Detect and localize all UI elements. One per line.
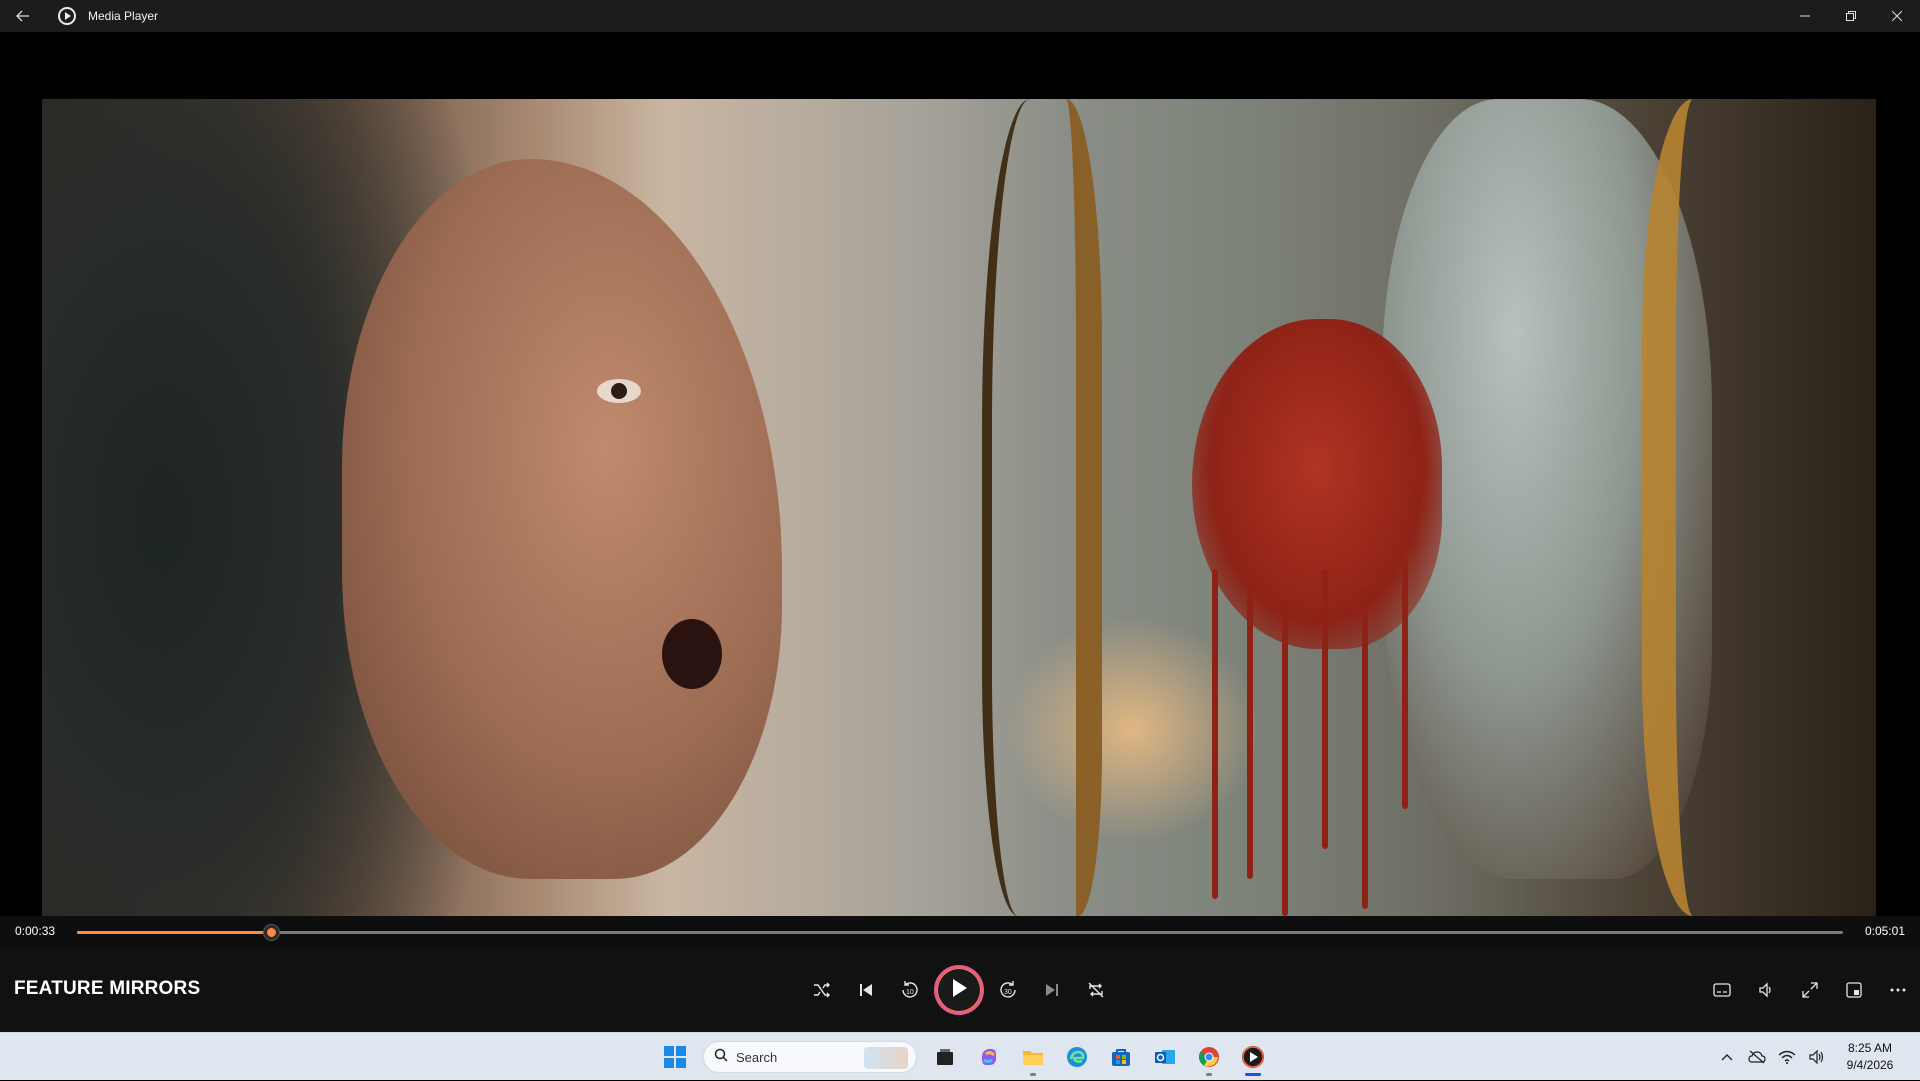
- total-time: 0:05:01: [1864, 924, 1905, 938]
- shuffle-icon[interactable]: [800, 968, 844, 1012]
- media-title: FEATURE MIRRORS: [14, 978, 201, 999]
- copilot-icon[interactable]: [967, 1037, 1011, 1077]
- scene-eye: [597, 379, 641, 403]
- clock[interactable]: 8:25 AM 9/4/2026: [1832, 1040, 1908, 1074]
- clock-date: 9/4/2026: [1846, 1058, 1894, 1072]
- scene-mouth: [662, 619, 722, 689]
- media-player-taskbar-icon[interactable]: [1231, 1037, 1275, 1077]
- subtitles-icon[interactable]: [1700, 968, 1744, 1012]
- seek-bar[interactable]: [77, 925, 1843, 940]
- chrome-icon[interactable]: [1187, 1037, 1231, 1077]
- forward-30-icon[interactable]: 30: [986, 968, 1030, 1012]
- minimize-icon[interactable]: [1782, 0, 1828, 32]
- repeat-icon[interactable]: [1074, 968, 1118, 1012]
- seek-bar-fill: [77, 931, 272, 934]
- seek-thumb[interactable]: [264, 925, 280, 940]
- scene-mirror-frame: [982, 99, 1102, 916]
- windows-start-icon[interactable]: [653, 1037, 697, 1077]
- scene-blood-drip: [1362, 589, 1368, 909]
- close-icon[interactable]: [1874, 0, 1920, 32]
- control-bar: FEATURE MIRRORS 10 30: [0, 948, 1920, 1032]
- outlook-icon[interactable]: [1143, 1037, 1187, 1077]
- media-player-icon: [58, 7, 76, 25]
- clock-time: 8:25 AM: [1847, 1041, 1893, 1055]
- seek-row: 0:00:33 0:05:01: [0, 916, 1920, 948]
- svg-text:30: 30: [1004, 989, 1012, 996]
- more-icon[interactable]: [1876, 968, 1920, 1012]
- scene-blood-drip: [1247, 579, 1253, 879]
- chevron-up-icon[interactable]: [1712, 1033, 1742, 1081]
- back-arrow-icon[interactable]: [0, 0, 46, 32]
- playback-controls: 10 30: [800, 964, 1118, 1016]
- play-button[interactable]: [934, 965, 984, 1015]
- rewind-10-icon[interactable]: 10: [888, 968, 932, 1012]
- previous-icon[interactable]: [844, 968, 888, 1012]
- scene-woman-face: [342, 159, 782, 879]
- scene-blood-drip: [1402, 559, 1408, 809]
- speaker-icon[interactable]: [1802, 1033, 1832, 1081]
- media-player-window: Media Player 0:00:33 0:05:01 FEATURE MIR…: [0, 0, 1920, 1032]
- taskbar-apps: Search: [653, 1037, 1275, 1077]
- svg-text:10: 10: [906, 989, 914, 996]
- scene-mirror-frame-right: [1642, 99, 1812, 916]
- scene-blood-drip: [1322, 569, 1328, 849]
- window-title: Media Player: [88, 9, 159, 23]
- edge-icon[interactable]: [1055, 1037, 1099, 1077]
- search-placeholder: Search: [736, 1049, 778, 1065]
- secondary-controls: [1700, 968, 1920, 1012]
- search-icon: [714, 1048, 728, 1067]
- taskbar-search[interactable]: Search: [703, 1041, 917, 1073]
- search-highlight-image: [864, 1047, 908, 1069]
- file-explorer-icon[interactable]: [1011, 1037, 1055, 1077]
- wifi-icon[interactable]: [1772, 1033, 1802, 1081]
- title-bar: Media Player: [0, 0, 1920, 32]
- video-frame[interactable]: [42, 99, 1876, 916]
- fullscreen-icon[interactable]: [1788, 968, 1832, 1012]
- mini-player-icon[interactable]: [1832, 968, 1876, 1012]
- volume-icon[interactable]: [1744, 968, 1788, 1012]
- onedrive-icon[interactable]: [1742, 1033, 1772, 1081]
- scene-blood-drip: [1282, 599, 1288, 916]
- next-icon[interactable]: [1030, 968, 1074, 1012]
- restore-icon[interactable]: [1828, 0, 1874, 32]
- taskbar: Search 8:25 AM 9/4/2026: [0, 1032, 1920, 1080]
- current-time: 0:00:33: [15, 924, 56, 938]
- play-icon: [950, 978, 968, 1003]
- video-area[interactable]: [0, 32, 1920, 916]
- task-view-icon[interactable]: [923, 1037, 967, 1077]
- scene-blood-drip: [1212, 569, 1218, 899]
- system-tray: 8:25 AM 9/4/2026: [1712, 1033, 1920, 1081]
- microsoft-store-icon[interactable]: [1099, 1037, 1143, 1077]
- window-controls: [1782, 0, 1920, 32]
